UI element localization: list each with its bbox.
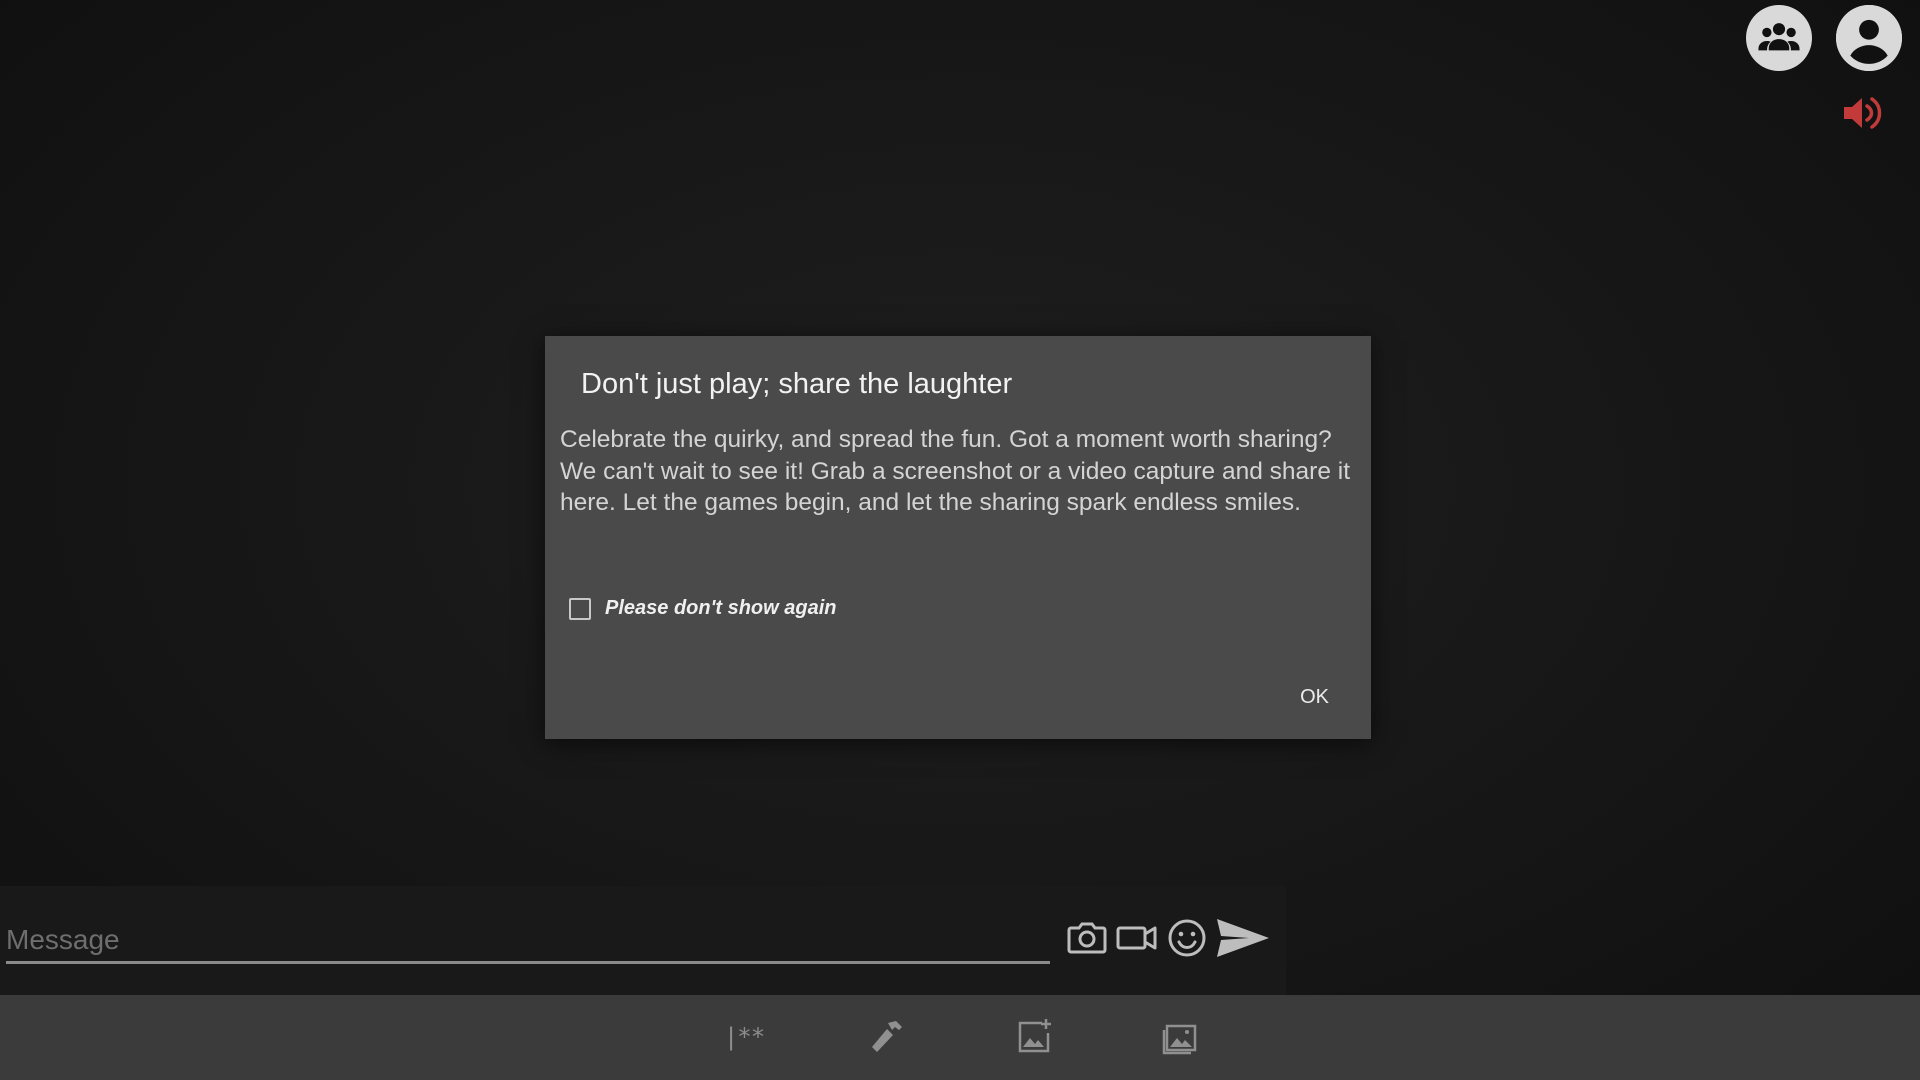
rating-stars-icon[interactable]: |** (718, 1015, 770, 1059)
message-input[interactable] (6, 918, 1050, 964)
camera-icon[interactable] (1063, 914, 1111, 962)
dialog-message: Celebrate the quirky, and spread the fun… (560, 426, 1351, 516)
gallery-icon-glyph (1162, 1024, 1197, 1055)
dialog-title: Don't just play; share the laughter (581, 368, 1013, 400)
bottom-toolbar: |** (0, 995, 1920, 1080)
emoji-icon-glyph (1168, 919, 1206, 957)
ok-button[interactable]: OK (1294, 682, 1335, 713)
app-screen: Don't just play; share the laughter Cele… (0, 0, 1920, 1080)
dont-show-again-label[interactable]: Please don't show again (605, 597, 836, 620)
add-image-icon-glyph (1018, 1019, 1051, 1053)
send-icon-glyph (1217, 919, 1269, 957)
account-circle-icon[interactable] (1836, 5, 1902, 71)
hammer-icon[interactable] (866, 1015, 910, 1059)
volume-icon-glyph (1844, 97, 1882, 129)
share-dialog: Don't just play; share the laughter Cele… (545, 336, 1371, 739)
volume-up-icon[interactable] (1842, 93, 1888, 133)
send-icon[interactable] (1214, 914, 1272, 962)
add-image-icon[interactable] (1012, 1015, 1056, 1059)
group-icon-glyph (1758, 23, 1800, 51)
dont-show-again-checkbox[interactable] (569, 597, 591, 620)
emoji-icon[interactable] (1163, 914, 1211, 962)
hammer-icon-glyph (872, 1021, 902, 1052)
video-camera-icon[interactable] (1113, 914, 1161, 962)
group-icon[interactable] (1746, 5, 1812, 71)
dont-show-again-option[interactable]: Please don't show again (569, 597, 836, 620)
message-bar (0, 886, 1286, 995)
gallery-icon[interactable] (1158, 1015, 1202, 1059)
video-camera-icon-glyph (1116, 926, 1157, 950)
rating-stars-label: |** (723, 1023, 765, 1051)
camera-icon-glyph (1067, 922, 1107, 954)
account-icon-glyph (1836, 5, 1902, 71)
